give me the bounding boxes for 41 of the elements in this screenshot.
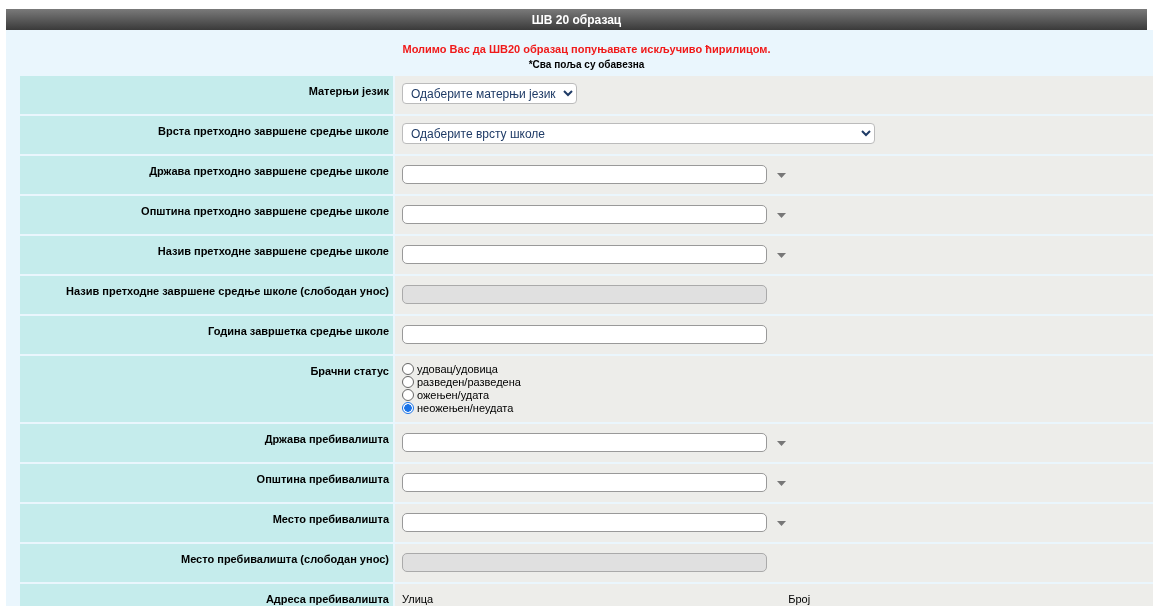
field-label: Место пребивалишта (слободан унос) — [181, 553, 389, 565]
field-label: Врста претходно завршене средње школе — [158, 125, 389, 137]
input-field[interactable] — [402, 513, 767, 532]
radio-button[interactable] — [402, 363, 414, 375]
radio-option-label[interactable]: удовац/удовица — [417, 363, 498, 375]
street-label: Улица — [402, 593, 434, 605]
form-title-bar: ШВ 20 образац — [6, 9, 1147, 30]
input-field[interactable] — [402, 245, 767, 264]
field-label: Држава претходно завршене средње школе — [149, 165, 389, 177]
radio-button[interactable] — [402, 376, 414, 388]
field-label: Адреса пребивалишта — [265, 593, 389, 605]
warning-message: Молимо Вас да ШВ20 образац попуњавате искључиво ћирилицом. — [402, 43, 771, 55]
dropdown-select[interactable]: Одаберите матерњи језик — [402, 83, 577, 104]
radio-option-label[interactable]: неожењен/неудата — [417, 402, 514, 414]
radio-button[interactable] — [402, 389, 414, 401]
field-label: Општина претходно завршене средње школе — [141, 205, 389, 217]
caret-icon[interactable] — [777, 441, 786, 446]
field-label: Година завршетка средње школе — [208, 325, 389, 337]
number-label: Број — [788, 593, 811, 605]
field-label: Матерњи језик — [308, 85, 389, 97]
input-field[interactable] — [402, 205, 767, 224]
field-label: Општина пребивалишта — [256, 473, 389, 485]
caret-icon[interactable] — [777, 213, 786, 218]
caret-icon[interactable] — [777, 481, 786, 486]
input-field[interactable] — [402, 433, 767, 452]
radio-option-label[interactable]: разведен/разведена — [417, 376, 521, 388]
input-field[interactable] — [402, 165, 767, 184]
caret-icon[interactable] — [777, 521, 786, 526]
caret-icon[interactable] — [777, 253, 786, 258]
radio-option-label[interactable]: ожењен/удата — [417, 389, 490, 401]
field-label: Брачни статус — [310, 365, 389, 377]
input-field[interactable] — [402, 473, 767, 492]
radio-button[interactable] — [402, 402, 414, 414]
dropdown-select[interactable]: Одаберите врсту школе — [402, 123, 875, 144]
field-label: Држава пребивалишта — [264, 433, 389, 445]
field-label: Назив претходне завршене средње школе — [157, 245, 389, 257]
input-field[interactable] — [402, 325, 767, 344]
required-note: *Сва поља су обавезна — [528, 59, 645, 70]
field-label: Место пребивалишта — [272, 513, 389, 525]
field-label: Назив претходне завршене средње школе (слободан унос) — [66, 285, 389, 297]
caret-icon[interactable] — [777, 173, 786, 178]
